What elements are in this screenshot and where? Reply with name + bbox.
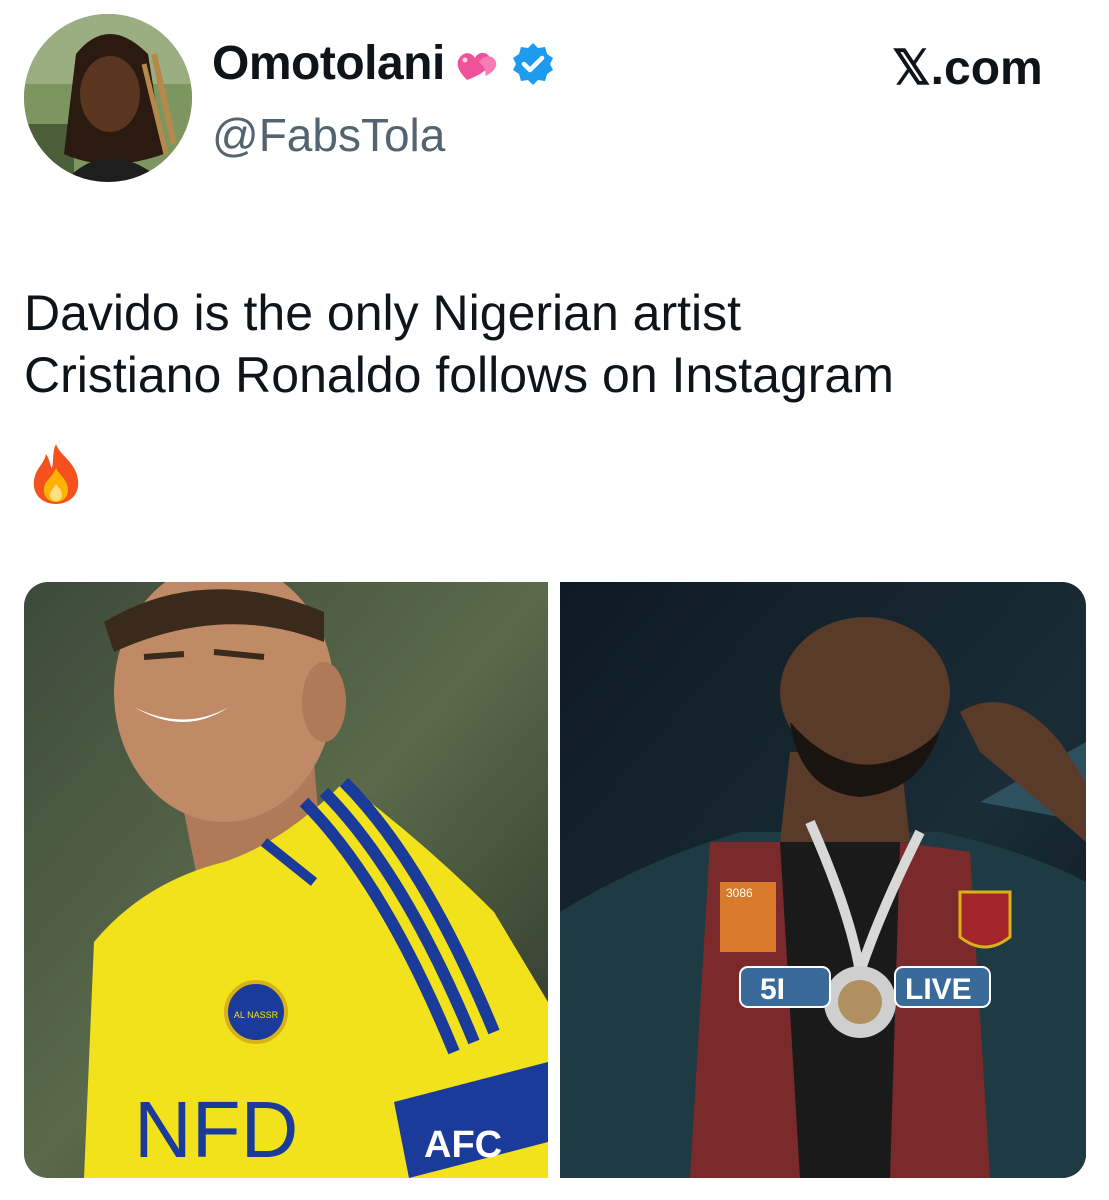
patch-text: 3086	[726, 886, 753, 900]
jersey-text: NFD	[134, 1085, 298, 1174]
pendant-text-right: LIVE	[905, 973, 972, 1006]
artist-photo: 5I LIVE 3086	[560, 582, 1086, 1178]
avatar[interactable]	[24, 14, 192, 182]
armband-text: AFC	[424, 1124, 502, 1166]
club-badge-text: AL NASSR	[234, 1010, 279, 1020]
tweet-text-line-2: Cristiano Ronaldo follows on Instagram	[24, 347, 894, 403]
footballer-photo: AL NASSR AFC NFD	[24, 582, 548, 1178]
media-image-left[interactable]: AL NASSR AFC NFD	[24, 582, 548, 1178]
author-name[interactable]: Omotolani	[212, 36, 445, 91]
verified-badge-icon	[509, 40, 557, 88]
author-handle[interactable]: @FabsTola	[212, 108, 445, 162]
media-image-right[interactable]: 5I LIVE 3086	[560, 582, 1086, 1178]
profile-photo	[24, 14, 192, 182]
tweet-text: Davido is the only Nigerian artist Crist…	[24, 282, 1084, 406]
fire-emoji-icon	[28, 442, 84, 504]
brand-label: 𝕏.com	[892, 42, 1043, 95]
heart-icon	[453, 40, 501, 88]
pendant-text-left: 5I	[760, 973, 785, 1006]
tweet-text-line-1: Davido is the only Nigerian artist	[24, 285, 741, 341]
author-name-row: Omotolani	[212, 36, 557, 91]
